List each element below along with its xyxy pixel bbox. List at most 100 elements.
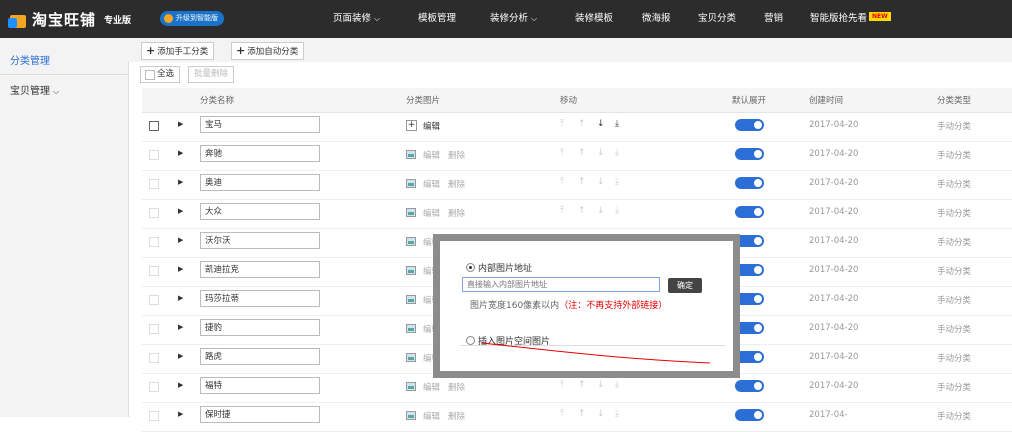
expand-caret-icon[interactable]: ▶ xyxy=(178,265,183,273)
move-bottom-icon[interactable]: ⤓ xyxy=(615,380,619,390)
move-up-icon[interactable]: ↑ xyxy=(578,119,586,129)
sidebar-item-item-mgmt[interactable]: 宝贝管理 ⌵ xyxy=(10,82,59,97)
category-name-input[interactable]: 福特 xyxy=(200,377,320,394)
col-header-move: 移动 xyxy=(560,96,578,106)
edition-label: 专业版 xyxy=(104,15,132,26)
nav-item-marketing[interactable]: 营销 xyxy=(764,0,783,38)
move-down-icon[interactable]: ↓ xyxy=(597,119,605,129)
edit-image-link[interactable]: 编辑 xyxy=(423,207,440,219)
brand-logo[interactable]: 淘宝旺铺 专业版 xyxy=(8,6,131,32)
move-down-icon[interactable]: ↓ xyxy=(597,206,605,216)
default-expand-toggle[interactable] xyxy=(735,206,764,218)
move-bottom-icon[interactable]: ⤓ xyxy=(615,148,619,158)
row-checkbox[interactable] xyxy=(149,237,159,247)
category-name-input[interactable]: 奥迪 xyxy=(200,174,320,191)
category-name-input[interactable]: 凯迪拉克 xyxy=(200,261,320,278)
internal-url-radio[interactable] xyxy=(466,263,475,272)
category-name-input[interactable]: 保时捷 xyxy=(200,406,320,423)
expand-caret-icon[interactable]: ▶ xyxy=(178,381,183,389)
row-checkbox[interactable] xyxy=(149,353,159,363)
edit-image-link[interactable]: 编辑 xyxy=(423,178,440,190)
row-checkbox[interactable] xyxy=(149,150,159,160)
move-up-icon[interactable]: ↑ xyxy=(578,409,586,419)
select-all-button[interactable]: 全选 xyxy=(140,66,181,83)
add-image-icon[interactable]: + xyxy=(406,120,417,131)
expand-caret-icon[interactable]: ▶ xyxy=(178,149,183,157)
delete-image-link[interactable]: 删除 xyxy=(448,178,465,190)
move-bottom-icon[interactable]: ⤓ xyxy=(615,206,619,216)
row-checkbox[interactable] xyxy=(149,266,159,276)
edit-image-link[interactable]: 编辑 xyxy=(423,381,440,393)
delete-image-link[interactable]: 删除 xyxy=(448,410,465,422)
delete-image-link[interactable]: 删除 xyxy=(448,149,465,161)
table-row: ▶ 大众 编辑 删除 ⤒ ↑ ↓ ⤓ 2017-04-20 手动分类 xyxy=(142,199,1012,229)
category-name-input[interactable]: 大众 xyxy=(200,203,320,220)
move-bottom-icon[interactable]: ⤓ xyxy=(615,409,619,419)
confirm-button[interactable]: 确定 xyxy=(668,278,702,293)
move-down-icon[interactable]: ↓ xyxy=(597,409,605,419)
delete-image-link[interactable]: 删除 xyxy=(448,207,465,219)
category-name-input[interactable]: 玛莎拉蒂 xyxy=(200,290,320,307)
move-up-icon[interactable]: ↑ xyxy=(578,380,586,390)
category-name-input[interactable]: 沃尔沃 xyxy=(200,232,320,249)
expand-caret-icon[interactable]: ▶ xyxy=(178,120,183,128)
row-checkbox[interactable] xyxy=(149,179,159,189)
nav-item-smart-preview[interactable]: 智能版抢先看 NEW xyxy=(810,0,891,38)
nav-item-page-decor[interactable]: 页面装修 ⌵ xyxy=(333,0,380,38)
move-top-icon[interactable]: ⤒ xyxy=(560,177,564,187)
expand-caret-icon[interactable]: ▶ xyxy=(178,236,183,244)
move-up-icon[interactable]: ↑ xyxy=(578,206,586,216)
expand-caret-icon[interactable]: ▶ xyxy=(178,323,183,331)
row-checkbox[interactable] xyxy=(149,121,159,131)
nav-item-decor-analysis[interactable]: 装修分析 ⌵ xyxy=(490,0,537,38)
nav-item-item-category[interactable]: 宝贝分类 xyxy=(698,0,736,38)
category-name-input[interactable]: 路虎 xyxy=(200,348,320,365)
row-checkbox[interactable] xyxy=(149,324,159,334)
move-down-icon[interactable]: ↓ xyxy=(597,148,605,158)
row-checkbox[interactable] xyxy=(149,208,159,218)
delete-image-link[interactable]: 删除 xyxy=(448,381,465,393)
row-checkbox[interactable] xyxy=(149,411,159,421)
move-up-icon[interactable]: ↑ xyxy=(578,177,586,187)
internal-url-input[interactable] xyxy=(462,277,660,292)
move-down-icon[interactable]: ↓ xyxy=(597,177,605,187)
warning-text: （注：不再支持外部链接） xyxy=(559,301,668,311)
category-name-input[interactable]: 捷豹 xyxy=(200,319,320,336)
select-all-checkbox[interactable] xyxy=(145,70,155,80)
move-up-icon[interactable]: ↑ xyxy=(578,148,586,158)
default-expand-toggle[interactable] xyxy=(735,148,764,160)
expand-caret-icon[interactable]: ▶ xyxy=(178,178,183,186)
move-bottom-icon[interactable]: ⤓ xyxy=(615,177,619,187)
move-top-icon[interactable]: ⤒ xyxy=(560,409,564,419)
move-top-icon[interactable]: ⤒ xyxy=(560,119,564,129)
image-thumbnail-icon xyxy=(406,266,416,275)
edit-image-link[interactable]: 编辑 xyxy=(423,410,440,422)
move-top-icon[interactable]: ⤒ xyxy=(560,206,564,216)
move-top-icon[interactable]: ⤒ xyxy=(560,148,564,158)
image-space-radio[interactable] xyxy=(466,336,475,345)
edit-image-link[interactable]: 编辑 xyxy=(423,149,440,161)
category-name-input[interactable]: 宝马 xyxy=(200,116,320,133)
add-auto-category-button[interactable]: + 添加自动分类 xyxy=(231,42,305,60)
nav-item-template-mgmt[interactable]: 模板管理 xyxy=(418,0,456,38)
upgrade-button[interactable]: 升级到智能版 xyxy=(160,11,224,26)
expand-caret-icon[interactable]: ▶ xyxy=(178,352,183,360)
expand-caret-icon[interactable]: ▶ xyxy=(178,294,183,302)
add-manual-category-button[interactable]: + 添加手工分类 xyxy=(141,42,215,60)
category-name-input[interactable]: 奔驰 xyxy=(200,145,320,162)
move-bottom-icon[interactable]: ⤓ xyxy=(615,119,619,129)
row-checkbox[interactable] xyxy=(149,382,159,392)
move-top-icon[interactable]: ⤒ xyxy=(560,380,564,390)
default-expand-toggle[interactable] xyxy=(735,409,764,421)
row-checkbox[interactable] xyxy=(149,295,159,305)
batch-delete-button[interactable]: 批量删除 xyxy=(188,66,235,83)
sidebar-item-category-mgmt[interactable]: 分类管理 xyxy=(10,52,50,67)
edit-image-link[interactable]: 编辑 xyxy=(423,120,440,132)
default-expand-toggle[interactable] xyxy=(735,177,764,189)
expand-caret-icon[interactable]: ▶ xyxy=(178,207,183,215)
nav-item-micro-poster[interactable]: 微海报 xyxy=(642,0,671,38)
move-down-icon[interactable]: ↓ xyxy=(597,380,605,390)
default-expand-toggle[interactable] xyxy=(735,380,764,392)
default-expand-toggle[interactable] xyxy=(735,119,764,131)
nav-item-decor-template[interactable]: 装修模板 xyxy=(575,0,613,38)
